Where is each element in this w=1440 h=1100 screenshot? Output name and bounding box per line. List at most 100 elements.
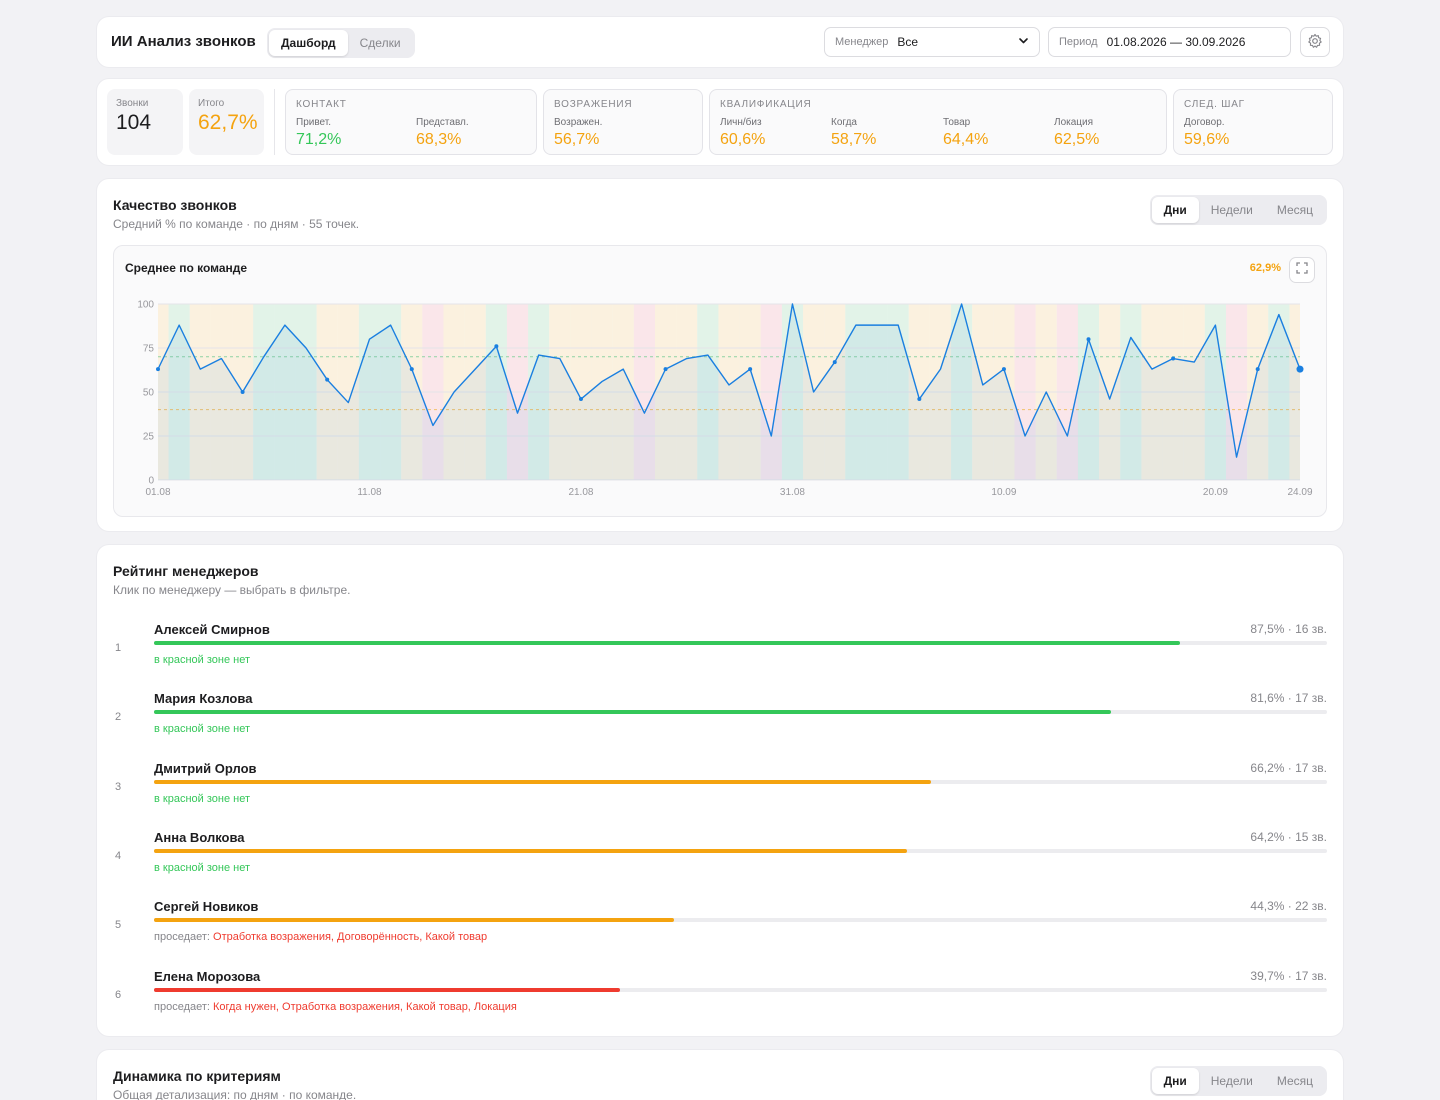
tab-month[interactable]: Месяц <box>1265 197 1325 223</box>
score-track <box>154 987 1327 992</box>
metric-value: 56,7% <box>554 131 600 148</box>
rank-number: 5 <box>114 919 122 932</box>
y-tick-label: 100 <box>137 300 154 311</box>
data-point <box>917 397 922 402</box>
x-tick-label: 01.08 <box>145 487 170 498</box>
data-point <box>1171 356 1176 361</box>
tab-deals[interactable]: Сделки <box>348 30 413 56</box>
manager-name: Елена Морозова <box>154 968 261 984</box>
metric-location: Локация 62,5% <box>1054 117 1099 149</box>
manager-row[interactable]: 2 Мария Козлова 81,6% · 17 зв. в красной зо… <box>113 691 1327 751</box>
calls-tile: Звонки 104 <box>107 89 183 155</box>
rank-number: 6 <box>114 988 122 1001</box>
team-average-chart: 0 25 50 75 100 01.08 11.08 21.08 31.08 10.09 20.09… <box>113 245 1327 517</box>
x-tick-label: 31.08 <box>780 487 805 498</box>
divider <box>274 89 275 155</box>
weak-criteria: Отработка возражения, Договорённость, Ка… <box>213 931 488 944</box>
next-step-group: СЛЕД. ШАГ Договор. 59,6% <box>1173 89 1333 155</box>
manager-value: Все <box>897 35 919 49</box>
period-value: 01.08.2026 — 30.09.2026 <box>1106 35 1246 49</box>
manager-name: Алексей Смирнов <box>154 622 270 637</box>
score-bar <box>154 641 1181 645</box>
qualification-title: КВАЛИФИКАЦИЯ <box>720 99 812 110</box>
manager-score: 39,7% · 17 зв. <box>1250 968 1327 983</box>
score-bar <box>154 987 620 992</box>
rank-number: 1 <box>114 642 122 654</box>
manager-score: 44,3% · 22 зв. <box>1250 899 1327 914</box>
data-point <box>240 390 245 394</box>
data-point <box>832 360 837 365</box>
manager-note: проседает: Когда нужен, Отработка возраж… <box>154 1001 517 1013</box>
chevron-down-icon <box>1018 35 1029 49</box>
score-track <box>154 710 1327 715</box>
score-track <box>154 641 1327 645</box>
tab-days[interactable]: Дни <box>1151 1068 1199 1094</box>
metric-when: Когда 58,7% <box>831 117 876 149</box>
manager-note: проседает: Отработка возражения, Договор… <box>154 931 487 943</box>
manager-row[interactable]: 1 Алексей Смирнов 87,5% · 16 зв. в красной … <box>113 622 1327 682</box>
metric-value: 58,7% <box>831 131 877 148</box>
score-bar <box>154 918 674 923</box>
metric-label: Привет. <box>296 117 332 128</box>
qualification-group: КВАЛИФИКАЦИЯ Личн/биз 60,6% Когда 58,7% … <box>709 89 1167 155</box>
tab-weeks[interactable]: Недели <box>1199 197 1265 223</box>
manager-row[interactable]: 4 Анна Волкова 64,2% · 15 зв. в красной зон… <box>113 830 1327 890</box>
settings-button[interactable] <box>1300 27 1330 57</box>
expand-icon <box>1296 261 1308 279</box>
data-point <box>1255 367 1260 372</box>
manager-score: 87,5% · 16 зв. <box>1250 622 1327 636</box>
sag-prefix: проседает: <box>154 1000 210 1013</box>
manager-note: в красной зоне нет <box>154 723 250 735</box>
score-bar <box>154 779 931 784</box>
x-tick-label: 20.09 <box>1203 487 1228 498</box>
x-tick-label: 24.09 <box>1287 487 1312 498</box>
tab-weeks[interactable]: Недели <box>1199 1068 1265 1094</box>
manager-row[interactable]: 3 Дмитрий Орлов 66,2% · 17 зв. в красной зо… <box>113 761 1327 821</box>
manager-note: в красной зоне нет <box>154 793 250 805</box>
criteria-dynamics-card: Динамика по критериям Общая детализация:… <box>97 1050 1343 1100</box>
section-title: Рейтинг менеджеров <box>113 563 259 579</box>
y-tick-label: 75 <box>143 344 155 355</box>
rank-number: 3 <box>114 780 122 793</box>
rank-number: 2 <box>114 711 122 724</box>
data-point <box>494 344 499 349</box>
period-tabs: Дни Недели Месяц <box>1149 195 1327 225</box>
section-subtitle: Клик по менеджеру — выбрать в фильтре. <box>113 583 351 597</box>
rank-number: 4 <box>114 849 122 862</box>
score-track <box>154 848 1327 853</box>
period-field[interactable]: Период 01.08.2026 — 30.09.2026 <box>1048 27 1291 57</box>
ok-status: в красной зоне нет <box>154 792 250 805</box>
section-title: Динамика по критериям <box>113 1068 281 1084</box>
expand-button[interactable] <box>1289 257 1315 283</box>
metric-label: Когда <box>831 117 857 128</box>
metric-value: 59,6% <box>1184 131 1230 148</box>
tab-days[interactable]: Дни <box>1151 197 1199 223</box>
manager-row[interactable]: 5 Сергей Новиков 44,3% · 22 зв. проседает: … <box>113 899 1327 959</box>
metric-value: 62,5% <box>1054 131 1100 148</box>
app-title: ИИ Анализ звонков <box>111 33 256 50</box>
data-point <box>409 367 414 372</box>
x-tick-label: 21.08 <box>568 487 593 498</box>
metric-greeting: Привет. 71,2% <box>296 117 341 149</box>
data-point <box>748 367 753 372</box>
data-point <box>578 397 583 402</box>
tab-dashboard[interactable]: Дашборд <box>269 30 348 56</box>
manager-select[interactable]: Менеджер Все <box>824 27 1040 57</box>
metric-objections: Возражен. 56,7% <box>554 117 602 149</box>
main-tabs: Дашборд Сделки <box>267 28 415 58</box>
manager-label: Менеджер <box>835 36 889 48</box>
total-label: Итого <box>198 98 225 109</box>
manager-row[interactable]: 6 Елена Морозова 39,7% · 17 зв. проседает: … <box>113 969 1327 1029</box>
sag-prefix: проседает: <box>154 931 210 944</box>
manager-score: 64,2% · 15 зв. <box>1250 829 1327 844</box>
period-label: Период <box>1059 36 1098 48</box>
manager-ranking-card: Рейтинг менеджеров Клик по менеджеру — в… <box>97 545 1343 1036</box>
data-point <box>663 367 668 372</box>
top-bar: ИИ Анализ звонков Дашборд Сделки Менедже… <box>97 17 1343 67</box>
next-step-title: СЛЕД. ШАГ <box>1184 99 1245 110</box>
kpi-panel: Звонки 104 Итого 62,7% КОНТАКТ Привет. 7… <box>97 79 1343 165</box>
data-point <box>325 377 330 382</box>
tab-month[interactable]: Месяц <box>1265 1068 1325 1094</box>
total-tile: Итого 62,7% <box>189 89 264 155</box>
section-title: Качество звонков <box>113 197 237 213</box>
